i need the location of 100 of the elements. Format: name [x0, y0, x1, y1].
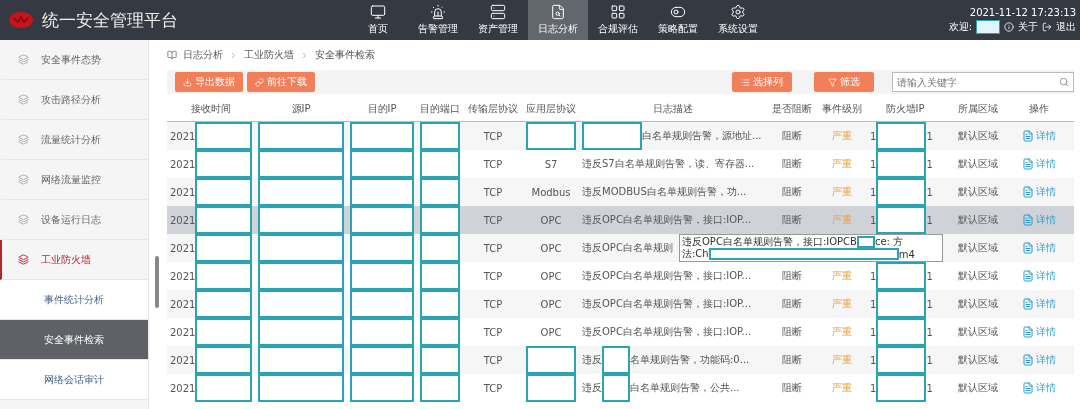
monitor-icon — [370, 4, 386, 20]
cell-text: OPC — [540, 326, 562, 338]
cell-text: 1 — [870, 130, 877, 142]
cell-text: TCP — [483, 298, 503, 310]
cell-text: 违反OPC白名单规则告警，接口:IOP... — [582, 213, 752, 227]
cell-text: 默认区域 — [958, 381, 998, 395]
about-link[interactable]: 关于 — [1018, 19, 1038, 34]
cell-text: 2021 — [170, 130, 196, 142]
nav-tab[interactable]: 资产管理 — [468, 0, 528, 40]
cell-text: 严重 — [832, 381, 852, 395]
cell-text: 2021 — [170, 242, 196, 254]
column-header: 应用层协议 — [526, 101, 576, 116]
detail-link[interactable]: 详情 — [1022, 297, 1056, 311]
document-icon — [1022, 186, 1034, 198]
document-icon — [1022, 270, 1034, 282]
column-header: 传输层协议 — [468, 101, 518, 116]
column-header: 操作 — [1029, 101, 1049, 116]
cell-text: TCP — [483, 130, 503, 142]
detail-link[interactable]: 详情 — [1022, 325, 1056, 339]
sidebar-item[interactable]: 攻击路径分析 — [0, 80, 148, 120]
table-row[interactable]: 2021 TCP OPC 违反OPC白名单规则告警，接口:IOP... 阻断 严重 1 1 默认区域 详情 — [167, 290, 1074, 318]
cell-text: 1 — [870, 186, 877, 198]
cell-text: TCP — [483, 186, 503, 198]
layers-icon — [18, 174, 29, 185]
cell-text: 严重 — [832, 269, 852, 283]
cell-text: 1 — [926, 158, 933, 170]
cell-text: 1 — [926, 326, 933, 338]
tooltip-text: ce: 方 — [874, 235, 904, 249]
detail-link[interactable]: 详情 — [1022, 129, 1056, 143]
cell-text: 白名单规则告警，公共... — [630, 381, 740, 395]
column-header: 接收时间 — [191, 101, 231, 116]
cell-text: OPC — [540, 270, 562, 282]
column-header: 源IP — [291, 101, 311, 116]
nav-tab[interactable]: 策略配置 — [648, 0, 708, 40]
column-header: 目的IP — [367, 101, 397, 116]
cell-text: 违反OPC白名单规则 — [582, 241, 673, 255]
cell-text: 严重 — [832, 157, 852, 171]
cell-text: 1 — [870, 214, 877, 226]
cell-text: 违反 — [582, 353, 602, 367]
sidebar-item[interactable]: 设备运行日志 — [0, 200, 148, 240]
cell-text: 阻断 — [782, 185, 802, 199]
sidebar-subitem[interactable]: 安全事件检索 — [0, 320, 148, 360]
cell-text: 名单规则告警，功能码:0... — [630, 353, 750, 367]
detail-link[interactable]: 详情 — [1022, 381, 1056, 395]
document-icon — [1022, 158, 1034, 170]
scrollbar-thumb[interactable] — [155, 256, 159, 308]
cell-text: 默认区域 — [958, 241, 998, 255]
table-row[interactable]: 2021 TCP Modbus 违反MODBUS白名单规则告警，功... 阻断 严重 1 1 默认区域 详情 — [167, 178, 1074, 206]
cell-text: 1 — [870, 270, 877, 282]
detail-link[interactable]: 详情 — [1022, 157, 1056, 171]
table-row[interactable]: 2021 TCP 白名单规则告警，源地址... 阻断 严重 1 1 默认区域 详情 — [167, 122, 1074, 150]
cell-text: 默认区域 — [958, 297, 998, 311]
detail-link[interactable]: 详情 — [1022, 353, 1056, 367]
cell-text: 违反 — [582, 381, 602, 395]
nav-tab[interactable]: 首页 — [348, 0, 408, 40]
cell-text: 2021 — [170, 326, 196, 338]
breadcrumb-item[interactable]: 工业防火墙 — [244, 48, 294, 62]
logo-icon — [8, 11, 34, 29]
cell-text: 默认区域 — [958, 185, 998, 199]
column-header: 是否阻断 — [772, 101, 812, 116]
detail-link[interactable]: 详情 — [1022, 269, 1056, 283]
sidebar-item[interactable]: 流量统计分析 — [0, 120, 148, 160]
cell-text: 默认区域 — [958, 157, 998, 171]
sidebar-subitem[interactable]: 网络会话审计 — [0, 360, 148, 400]
cell-text: 1 — [926, 130, 933, 142]
detail-link[interactable]: 详情 — [1022, 241, 1056, 255]
tooltip-text: 违反OPC白名单规则告警，接口:IOPCB — [682, 235, 857, 249]
cell-text: 默认区域 — [958, 353, 998, 367]
cell-text: 严重 — [832, 353, 852, 367]
info-icon — [1004, 21, 1014, 32]
table-row[interactable]: 2021 TCP 违反 名单规则告警，功能码:0... 阻断 严重 1 1 默认区域 详情 — [167, 346, 1074, 374]
column-header: 防火墙IP — [885, 101, 925, 116]
sidebar-item[interactable]: 网络流量监控 — [0, 160, 148, 200]
table-row[interactable]: 2021 TCP OPC 违反OPC白名单规则告警，接口:IOP... 阻断 严重 1 1 默认区域 详情 — [167, 206, 1074, 234]
detail-link[interactable]: 详情 — [1022, 185, 1056, 199]
search-box[interactable]: 请输入关键字 — [892, 72, 1074, 92]
document-icon — [1022, 382, 1034, 394]
cell-text: OPC — [540, 298, 562, 310]
document-icon — [1022, 298, 1034, 310]
cell-text: Modbus — [531, 186, 571, 198]
nav-tab[interactable]: 系统设置 — [708, 0, 768, 40]
nav-tab[interactable]: 合规评估 — [588, 0, 648, 40]
sidebar-subitem[interactable]: 事件统计分析 — [0, 280, 148, 320]
breadcrumb-item[interactable]: 安全事件检索 — [315, 48, 375, 62]
cell-text: 1 — [926, 270, 933, 282]
cell-text: 1 — [870, 158, 877, 170]
cell-text: 1 — [926, 354, 933, 366]
nav-tab[interactable]: 日志分析 — [528, 0, 588, 40]
nav-tab[interactable]: 告警管理 — [408, 0, 468, 40]
logout-link[interactable]: 退出 — [1056, 19, 1076, 34]
column-header: 所属区域 — [958, 101, 998, 116]
cell-text: 阻断 — [782, 213, 802, 227]
sidebar-item[interactable]: 安全事件态势 — [0, 40, 148, 80]
breadcrumb-item[interactable]: 日志分析 — [183, 48, 223, 62]
table-row[interactable]: 2021 TCP OPC 违反OPC白名单规则 默认区域 详情 违反OPC白名单规则告警，接口:IOPCB ce: 方 法:Ch m4 — [167, 234, 1074, 262]
search-field[interactable]: 请输入关键字 — [897, 76, 1059, 88]
document-icon — [1022, 130, 1034, 142]
siren-icon — [430, 4, 446, 20]
cell-text: 2021 — [170, 382, 196, 394]
cell-text: TCP — [483, 382, 503, 394]
